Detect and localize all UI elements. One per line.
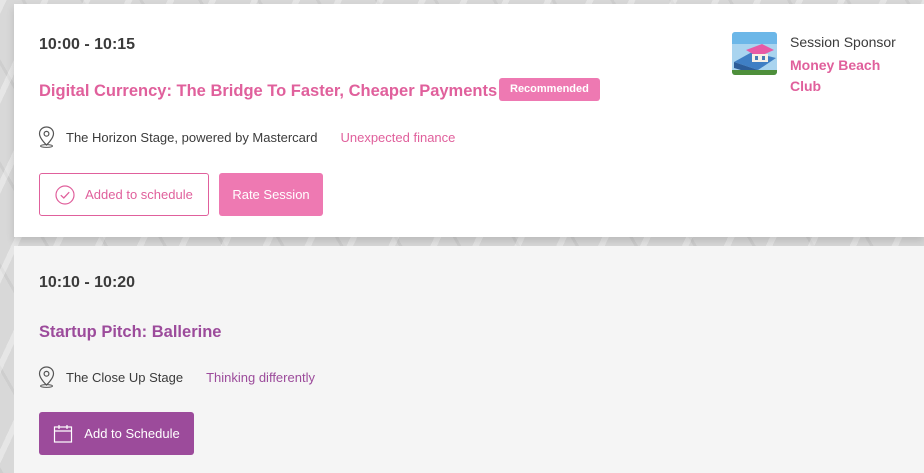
session-time: 10:00 - 10:15	[39, 36, 136, 53]
session-card: 10:00 - 10:15 Digital Currency: The Brid…	[14, 4, 924, 237]
sponsor-name-link[interactable]: Money Beach Club	[790, 55, 910, 97]
session-track[interactable]: Unexpected finance	[340, 130, 455, 145]
location-pin-icon	[38, 126, 55, 148]
recommended-badge: Recommended	[499, 78, 600, 101]
session-card: 10:10 - 10:20 Startup Pitch: Ballerine T…	[14, 246, 924, 473]
session-location-row: The Horizon Stage, powered by Mastercard…	[38, 126, 455, 148]
location-pin-icon	[38, 366, 55, 388]
calendar-icon	[54, 424, 73, 443]
session-time: 10:10 - 10:20	[39, 274, 136, 291]
session-title[interactable]: Startup Pitch: Ballerine	[39, 323, 221, 342]
sponsor-logo-image	[732, 32, 777, 75]
add-to-schedule-button[interactable]: Add to Schedule	[39, 412, 194, 455]
rate-session-button[interactable]: Rate Session	[219, 173, 323, 216]
added-to-schedule-button[interactable]: Added to schedule	[39, 173, 209, 216]
add-to-schedule-label: Add to Schedule	[84, 426, 180, 441]
session-location-row: The Close Up Stage Thinking differently	[38, 366, 315, 388]
session-location: The Horizon Stage, powered by Mastercard	[66, 129, 318, 145]
check-circle-icon	[55, 184, 75, 205]
session-location: The Close Up Stage	[66, 369, 184, 385]
session-title[interactable]: Digital Currency: The Bridge To Faster, …	[39, 82, 497, 101]
added-to-schedule-label: Added to schedule	[85, 187, 193, 202]
sponsor-label: Session Sponsor	[790, 34, 896, 50]
session-track[interactable]: Thinking differently	[206, 370, 315, 385]
sponsor-logo[interactable]	[732, 32, 777, 75]
